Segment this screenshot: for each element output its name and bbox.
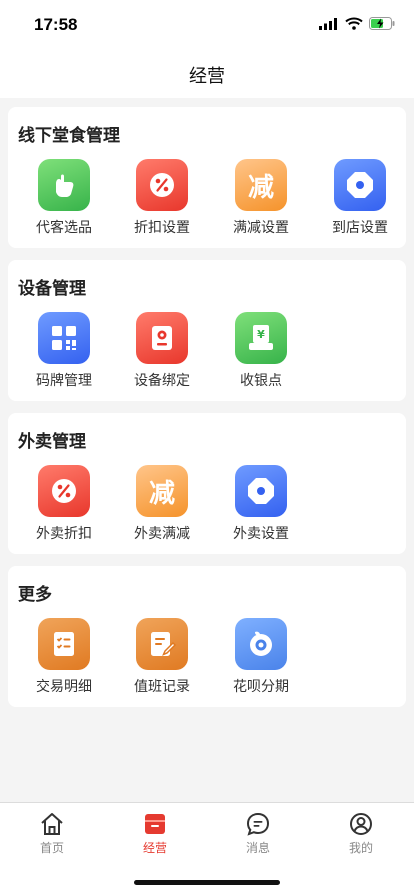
tile-full-reduction[interactable]: 减 满减设置 [213, 159, 309, 239]
tile-device-binding[interactable]: 设备绑定 [114, 312, 210, 392]
tile-delivery-full-reduction[interactable]: 减 外卖满减 [114, 465, 210, 545]
tile-label: 值班记录 [134, 679, 190, 695]
tile-label: 到店设置 [332, 220, 388, 236]
status-icons [319, 17, 396, 30]
nav-bar: 经营 [0, 52, 414, 98]
percent-icon [38, 465, 90, 517]
tile-delivery-settings[interactable]: 外卖设置 [213, 465, 309, 545]
tile-discount-settings[interactable]: 折扣设置 [114, 159, 210, 239]
section-dine-in: 线下堂食管理 代客选品 折扣设置 减 满减设置 到店设置 [8, 107, 406, 248]
tile-transaction-details[interactable]: 交易明细 [16, 618, 112, 698]
reduce-glyph: 减 [247, 172, 274, 203]
device-icon [136, 312, 188, 364]
section-title: 线下堂食管理 [18, 126, 120, 146]
tile-label: 外卖折扣 [36, 526, 92, 542]
tab-label: 首页 [39, 841, 64, 855]
yuan-glyph: ¥ [257, 328, 265, 341]
page-title: 经营 [189, 66, 225, 87]
signal-icon [319, 17, 337, 30]
tile-label: 折扣设置 [134, 220, 190, 236]
tile-proxy-ordering[interactable]: 代客选品 [16, 159, 112, 239]
tile-label: 代客选品 [36, 220, 92, 236]
status-bar: 17:58 [0, 0, 414, 52]
section-title: 设备管理 [18, 279, 86, 299]
battery-charging-icon [369, 17, 395, 30]
tile-duty-records[interactable]: 值班记录 [114, 618, 210, 698]
hand-pointer-icon [38, 159, 90, 211]
store-box-icon [145, 814, 165, 834]
section-more: 更多 交易明细 值班记录 花呗分期 [8, 566, 406, 707]
cashier-icon: ¥ [235, 312, 287, 364]
qr-code-icon [38, 312, 90, 364]
settings-octagon-icon [334, 159, 386, 211]
tile-in-store-settings[interactable]: 到店设置 [312, 159, 408, 239]
tab-label: 经营 [142, 841, 167, 855]
discount-reduce-icon: 减 [136, 465, 188, 517]
message-icon [246, 812, 270, 836]
reduce-glyph: 减 [148, 478, 175, 509]
tile-label: 交易明细 [36, 679, 92, 695]
tile-label: 花呗分期 [233, 679, 289, 695]
section-title: 外卖管理 [18, 432, 86, 452]
home-icon [41, 813, 63, 835]
tile-label: 外卖满减 [134, 526, 190, 542]
section-delivery: 外卖管理 外卖折扣 减 外卖满减 外卖设置 [8, 413, 406, 554]
tab-label: 消息 [245, 841, 270, 855]
tile-qr-code-management[interactable]: 码牌管理 [16, 312, 112, 392]
tile-label: 满减设置 [233, 220, 289, 236]
user-icon [350, 813, 372, 835]
tile-label: 设备绑定 [134, 373, 190, 389]
discount-reduce-icon: 减 [235, 159, 287, 211]
tile-delivery-discount[interactable]: 外卖折扣 [16, 465, 112, 545]
tab-home[interactable]: 首页 [2, 811, 102, 861]
section-title: 更多 [18, 585, 52, 605]
huabei-icon [235, 618, 287, 670]
percent-icon [136, 159, 188, 211]
tile-huabei-installment[interactable]: 花呗分期 [213, 618, 309, 698]
tile-label: 外卖设置 [233, 526, 289, 542]
home-indicator [134, 880, 280, 885]
section-device: 设备管理 码牌管理 设备绑定 ¥ 收银点 [8, 260, 406, 401]
tab-business[interactable]: 经营 [105, 811, 205, 861]
tile-cashier-point[interactable]: ¥ 收银点 [213, 312, 309, 392]
status-time: 17:58 [34, 15, 78, 34]
checklist-icon [38, 618, 90, 670]
wifi-icon [345, 17, 363, 30]
tab-messages[interactable]: 消息 [208, 811, 308, 861]
tile-label: 码牌管理 [36, 373, 92, 389]
tab-mine[interactable]: 我的 [311, 811, 411, 861]
edit-note-icon [136, 618, 188, 670]
tile-label: 收银点 [240, 373, 282, 389]
tab-label: 我的 [348, 841, 373, 855]
settings-octagon-icon [235, 465, 287, 517]
